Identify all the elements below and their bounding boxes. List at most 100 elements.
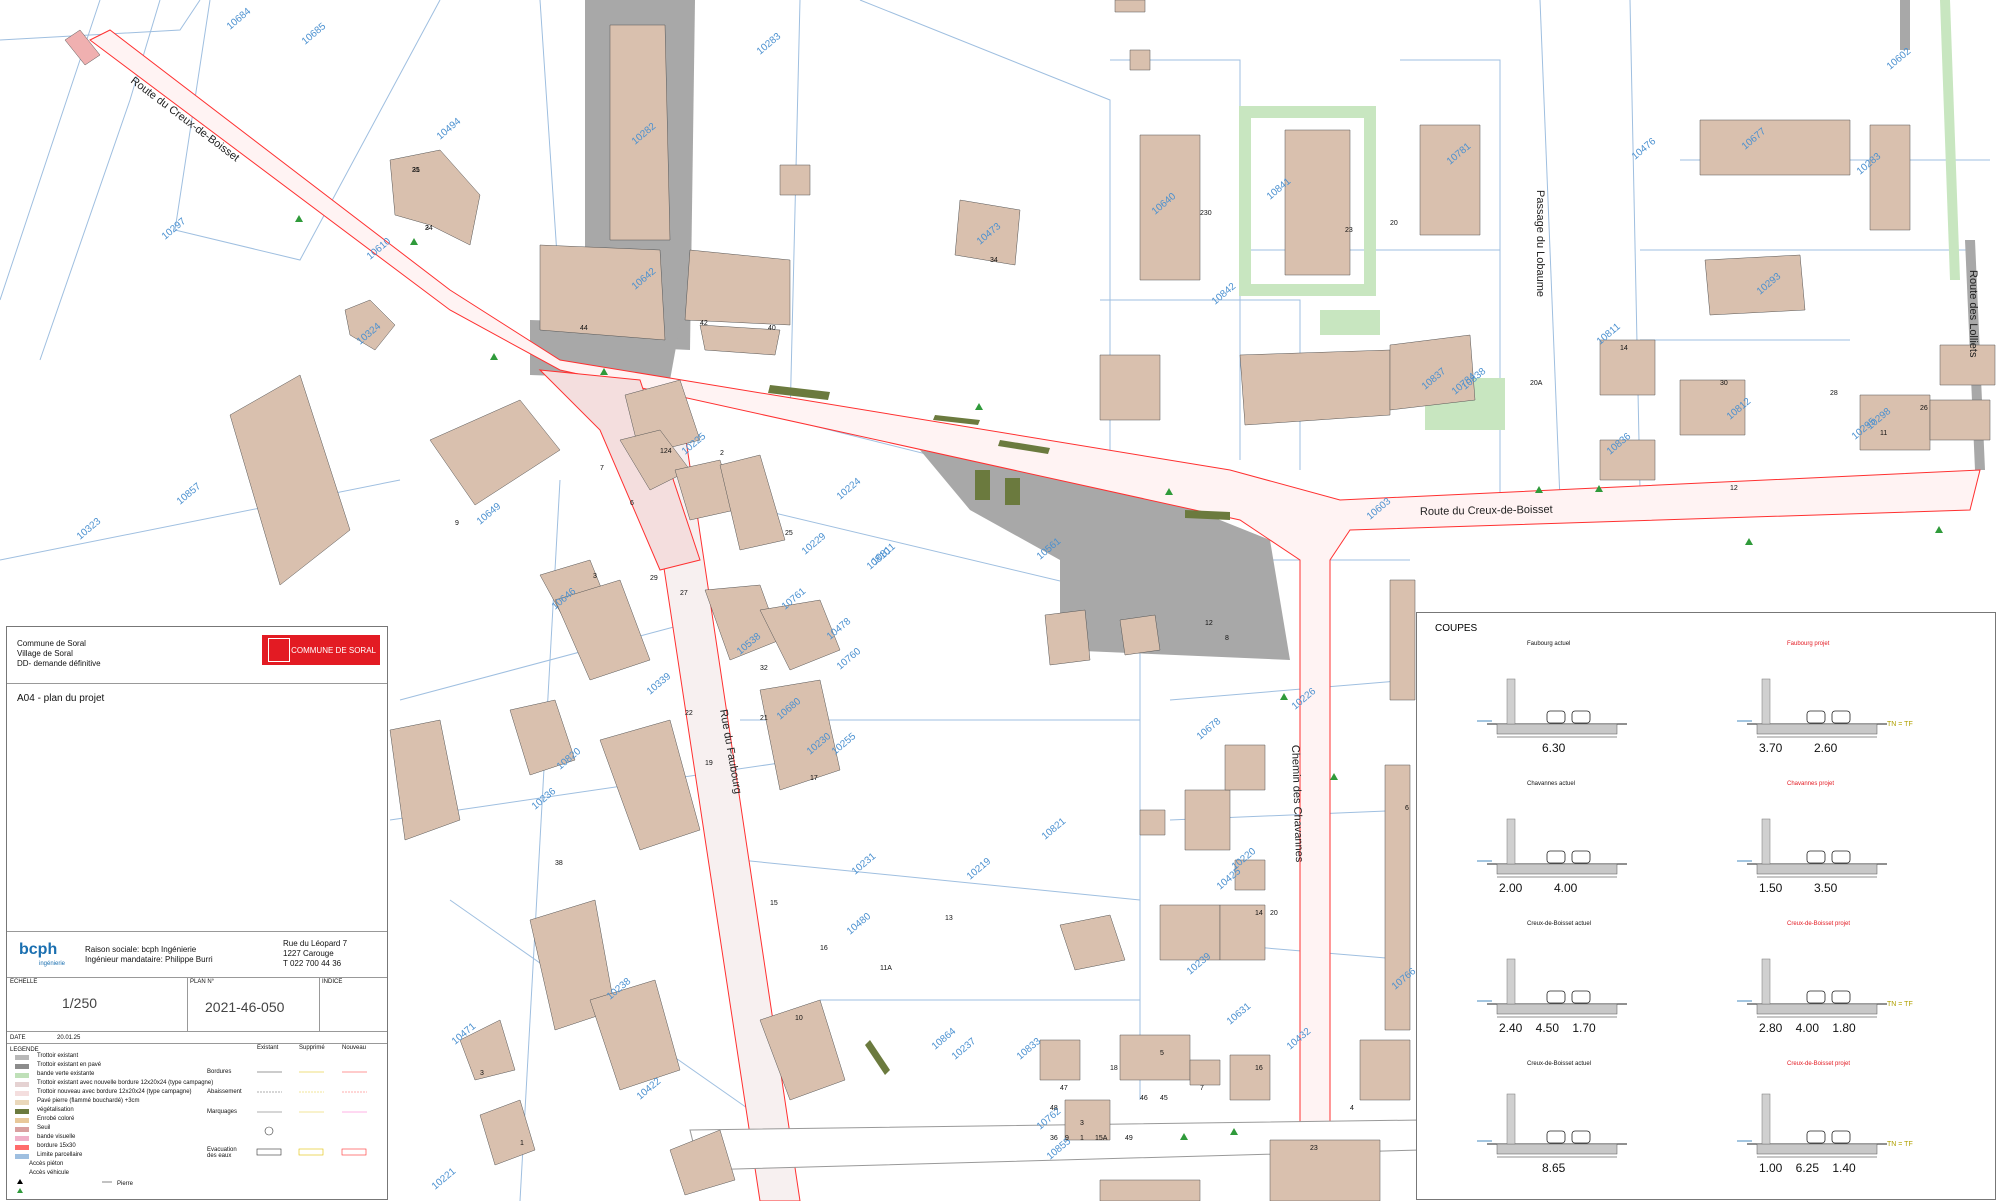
parcel-label: 10323 <box>75 516 104 543</box>
section-dimension: 3.50 <box>1814 881 1838 895</box>
parcel-label: 10339 <box>645 671 674 698</box>
building-number: 45 <box>1160 1095 1168 1102</box>
parcel-label: 10811 <box>870 541 898 567</box>
parcel-label: 10864 <box>930 1026 959 1053</box>
building-number: 1 <box>520 1140 524 1147</box>
section-dimension: 1.70 <box>1572 1021 1596 1035</box>
building-number: 23 <box>1310 1145 1318 1152</box>
section-dimension: 4.00 <box>1554 881 1578 895</box>
building-number: 11A <box>880 965 892 972</box>
building-number: 2 <box>425 225 429 232</box>
building-number: 21 <box>760 715 768 722</box>
parcel-label: 10283 <box>755 31 784 58</box>
cross-sections-panel: COUPES Faubourg actuel 6.30 Faubourg proj… <box>1416 612 1996 1200</box>
section-cell: Faubourg actuel 6.30 <box>1477 641 1677 771</box>
section-tn-label: TN = TF <box>1887 721 1913 728</box>
building-number: 47 <box>1060 1085 1068 1092</box>
section-dimension: 2.80 <box>1759 1021 1783 1035</box>
section-dimension: 8.65 <box>1542 1161 1566 1175</box>
parcel-label: 10821 <box>1040 816 1069 843</box>
building-number: 1 <box>1080 1135 1084 1142</box>
building-number: 40 <box>768 325 776 332</box>
section-dimension: 6.25 <box>1795 1161 1820 1175</box>
parcel-label: 10684 <box>225 6 254 33</box>
section-tn-label: TN = TF <box>1887 1001 1913 1008</box>
section-cell: Chavannes actuel 2.00 4.00 <box>1477 781 1677 911</box>
building-number: 16 <box>1255 1065 1263 1072</box>
section-title: Faubourg actuel <box>1527 641 1571 647</box>
building-number: 11 <box>1880 430 1887 437</box>
building-number: 36 <box>1050 1135 1058 1142</box>
building-number: 17 <box>810 775 818 782</box>
section-dimension: 4.50 <box>1535 1021 1560 1035</box>
building-number: 124 <box>660 448 672 455</box>
building-number: 14 <box>1255 910 1263 917</box>
building-number: 38 <box>555 860 563 867</box>
building-number: 4 <box>1350 1105 1354 1112</box>
building-number: 15 <box>770 900 778 907</box>
parcel-label: 10224 <box>835 476 864 503</box>
building-number: 7 <box>1200 1085 1204 1092</box>
building-number: 9 <box>1065 1135 1069 1142</box>
building-number: 13 <box>945 915 953 922</box>
parcel-label: 10237 <box>950 1036 979 1063</box>
parcel-label: 10229 <box>800 531 829 558</box>
building-number: 21 <box>412 167 420 174</box>
building-number: 29 <box>650 575 658 582</box>
building-number: 15A <box>1095 1135 1108 1142</box>
section-cell: Creux-de-Boisset actuel 8.65 <box>1477 1061 1677 1191</box>
section-dimension: 1.40 <box>1832 1161 1856 1175</box>
parcel-label: 10478 <box>825 616 854 643</box>
parcel-label: 10833 <box>1015 1036 1044 1063</box>
section-dimension: 1.00 <box>1759 1161 1783 1175</box>
building-number: 42 <box>700 320 708 327</box>
parcel-label: 10297 <box>160 216 189 243</box>
building-number: 32 <box>760 665 768 672</box>
building-number: 48 <box>1050 1105 1058 1112</box>
section-title: Creux-de-Boisset actuel <box>1527 1061 1592 1067</box>
building-number: 27 <box>680 590 688 597</box>
building-number: 12 <box>1730 485 1738 492</box>
building-number: 12 <box>1205 620 1213 627</box>
building-number: 23 <box>1345 227 1353 234</box>
building-number: 9 <box>455 520 459 527</box>
section-dimension: 1.80 <box>1832 1021 1856 1035</box>
title-block: Commune de Soral Village de Soral DD- de… <box>6 626 388 1200</box>
section-title: Chavannes projet <box>1787 781 1835 787</box>
section-cell: Creux-de-Boisset projet 1.00 6.25 1.40 TN =… <box>1737 1061 1937 1191</box>
building-number: 18 <box>1110 1065 1118 1072</box>
section-title: Creux-de-Boisset actuel <box>1527 921 1592 927</box>
building-number: 6 <box>630 500 634 507</box>
section-drawing <box>1477 1093 1627 1158</box>
section-title: Chavannes actuel <box>1527 781 1576 787</box>
section-dimension: 2.40 <box>1499 1021 1523 1035</box>
parcel-label: 10649 <box>475 501 504 528</box>
section-title: Faubourg projet <box>1787 641 1830 647</box>
building-number: 10 <box>795 1015 803 1022</box>
section-title: Creux-de-Boisset projet <box>1787 1061 1851 1067</box>
section-tn-label: TN = TF <box>1887 1141 1913 1148</box>
building-number: 230 <box>1200 210 1212 217</box>
section-dimension: 1.50 <box>1759 881 1783 895</box>
street-label-lobaume: Passage du Lobaume <box>1534 190 1546 297</box>
parcel-label: 10631 <box>1225 1001 1254 1028</box>
building-number: 34 <box>990 257 998 264</box>
parcel-label: 10221 <box>430 1166 459 1193</box>
building-number: 3 <box>1080 1120 1084 1127</box>
building-number: 30 <box>1720 380 1728 387</box>
building-number: 46 <box>1140 1095 1148 1102</box>
section-dimension: 2.00 <box>1499 881 1523 895</box>
building-number: 22 <box>685 710 693 717</box>
building-number: 20 <box>1390 220 1398 227</box>
section-dimension: 3.70 <box>1759 741 1783 755</box>
building-number: 8 <box>1225 635 1229 642</box>
building-number: 6 <box>1405 805 1409 812</box>
building-number: 20 <box>1270 910 1278 917</box>
building-number: 20A <box>1530 380 1543 387</box>
parcel-label: 10842 <box>1210 281 1239 308</box>
building-number: 16 <box>820 945 828 952</box>
parcel-label: 10602 <box>1885 46 1914 73</box>
street-label-creux-east: Route du Creux-de-Boisset <box>1420 504 1553 518</box>
building-number: 25 <box>785 530 793 537</box>
parcel-label: 10236 <box>530 786 559 813</box>
